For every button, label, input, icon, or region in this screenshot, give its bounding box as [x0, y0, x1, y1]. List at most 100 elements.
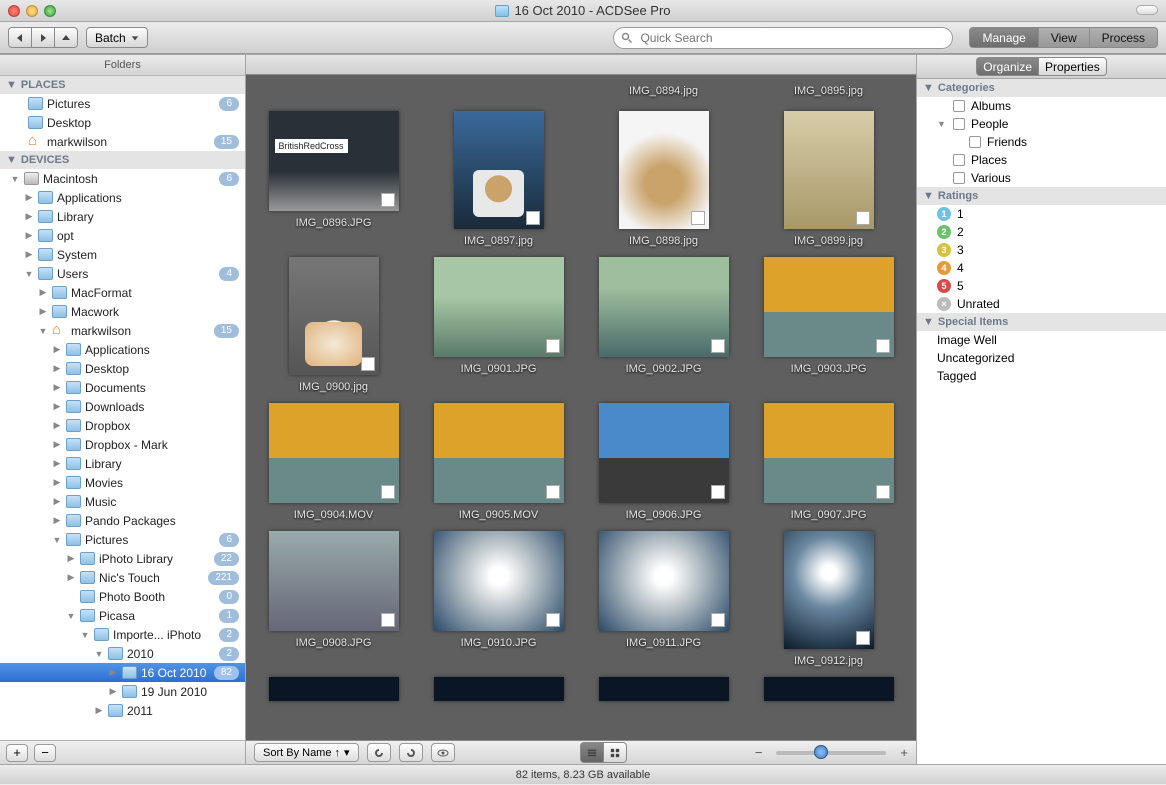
batch-menu-button[interactable]: Batch	[86, 27, 148, 48]
tag-checkbox[interactable]	[381, 613, 395, 627]
filter-bar[interactable]	[246, 55, 916, 75]
tree-item[interactable]: ▶ iPhoto Library 22	[0, 549, 245, 568]
disclosure-triangle[interactable]: ▶	[52, 401, 62, 412]
thumbnail-cell[interactable]	[586, 671, 741, 705]
thumbnail-cell[interactable]: IMG_0901.JPG	[421, 251, 576, 397]
tree-item[interactable]: ▼ Picasa 1	[0, 606, 245, 625]
thumbnail-image[interactable]	[269, 403, 399, 503]
tree-item[interactable]: ▶ Applications	[0, 188, 245, 207]
disclosure-triangle[interactable]: ▶	[94, 705, 104, 716]
tree-item[interactable]: ▼ Users 4	[0, 264, 245, 283]
disclosure-triangle[interactable]: ▶	[24, 192, 34, 203]
remove-folder-button[interactable]: −	[34, 744, 56, 762]
category-item[interactable]: Friends	[917, 133, 1166, 151]
search-input[interactable]	[613, 27, 953, 49]
disclosure-triangle[interactable]: ▶	[52, 477, 62, 488]
special-item[interactable]: Tagged	[917, 367, 1166, 385]
thumbnail-image[interactable]	[784, 111, 874, 229]
thumbnail-image[interactable]	[289, 257, 379, 375]
thumbnail-cell[interactable]: IMG_0905.MOV	[421, 397, 576, 525]
thumbnail-cell[interactable]: IMG_0907.JPG	[751, 397, 906, 525]
tree-item[interactable]: ▶ Desktop	[0, 359, 245, 378]
tab-organize[interactable]: Organize	[976, 57, 1039, 76]
tree-item[interactable]: ▶ Nic's Touch 221	[0, 568, 245, 587]
add-folder-button[interactable]: +	[6, 744, 28, 762]
disclosure-triangle[interactable]: ▶	[52, 439, 62, 450]
rotate-left-button[interactable]	[367, 743, 391, 762]
thumbnail-cell[interactable]: IMG_0911.JPG	[586, 525, 741, 671]
tree-item[interactable]: ▼ markwilson 15	[0, 321, 245, 340]
tag-checkbox[interactable]	[361, 357, 375, 371]
folder-tree[interactable]: ▼PLACES Pictures 6 Desktop markwilson 15…	[0, 76, 245, 740]
category-item[interactable]: ▼People	[917, 115, 1166, 133]
tag-checkbox[interactable]	[546, 485, 560, 499]
rating-item[interactable]: 44	[917, 259, 1166, 277]
disclosure-triangle[interactable]: ▶	[52, 458, 62, 469]
tree-item[interactable]: ▶ Downloads	[0, 397, 245, 416]
disclosure-triangle[interactable]: ▶	[66, 553, 76, 564]
thumbnail-image[interactable]	[619, 111, 709, 229]
rating-item[interactable]: 11	[917, 205, 1166, 223]
rating-item[interactable]: 22	[917, 223, 1166, 241]
thumbnail-cell[interactable]: IMG_0898.jpg	[586, 105, 741, 251]
thumbnail-image[interactable]	[434, 257, 564, 357]
thumbnail-grid[interactable]: IMG_0894.jpg IMG_0895.jpg IMG_0896.JPG IM…	[246, 75, 916, 740]
tag-checkbox[interactable]	[876, 339, 890, 353]
devices-header[interactable]: ▼DEVICES	[0, 151, 245, 169]
thumbnail-image[interactable]	[434, 677, 564, 701]
thumbnail-cell[interactable]: IMG_0904.MOV	[256, 397, 411, 525]
thumbnail-image[interactable]	[269, 531, 399, 631]
thumbnail-cell[interactable]	[751, 671, 906, 705]
disclosure-triangle[interactable]: ▶	[24, 211, 34, 222]
disclosure-triangle[interactable]: ▼	[24, 269, 34, 279]
tree-item[interactable]: ▶ Macwork	[0, 302, 245, 321]
thumbnail-cell[interactable]: IMG_0896.JPG	[256, 105, 411, 251]
tree-item[interactable]: markwilson 15	[0, 132, 245, 151]
category-checkbox[interactable]	[953, 172, 965, 184]
disclosure-triangle[interactable]: ▶	[108, 667, 118, 678]
tree-item[interactable]: ▼ Importe... iPhoto 2	[0, 625, 245, 644]
thumbnail-cell[interactable]: IMG_0903.JPG	[751, 251, 906, 397]
tree-item[interactable]: ▶ Applications	[0, 340, 245, 359]
category-item[interactable]: Albums	[917, 97, 1166, 115]
thumbnail-image[interactable]	[784, 531, 874, 649]
thumbnail-cell[interactable]	[256, 671, 411, 705]
disclosure-triangle[interactable]: ▶	[24, 230, 34, 241]
thumbnail-image[interactable]	[764, 677, 894, 701]
tag-checkbox[interactable]	[856, 631, 870, 645]
tree-item[interactable]: ▶ Library	[0, 454, 245, 473]
category-item[interactable]: Places	[917, 151, 1166, 169]
disclosure-triangle[interactable]: ▶	[24, 249, 34, 260]
thumbnail-image[interactable]	[764, 257, 894, 357]
thumbnail-cell[interactable]: IMG_0900.jpg	[256, 251, 411, 397]
disclosure-triangle[interactable]: ▼	[80, 630, 90, 640]
thumbnail-cell[interactable]	[421, 671, 576, 705]
places-header[interactable]: ▼PLACES	[0, 76, 245, 94]
sort-menu[interactable]: Sort By Name ↑ ▾	[254, 743, 359, 762]
thumbnail-cell[interactable]: IMG_0899.jpg	[751, 105, 906, 251]
category-checkbox[interactable]	[953, 118, 965, 130]
tree-item[interactable]: ▶ 2011	[0, 701, 245, 720]
preview-button[interactable]	[431, 743, 455, 762]
disclosure-triangle[interactable]: ▼	[10, 174, 20, 184]
tree-item[interactable]: Desktop	[0, 113, 245, 132]
thumbnail-cell[interactable]: IMG_0895.jpg	[751, 79, 906, 105]
tab-manage[interactable]: Manage	[969, 27, 1038, 48]
tree-item[interactable]: ▼ Pictures 6	[0, 530, 245, 549]
thumbnail-image[interactable]	[269, 111, 399, 211]
special-items-header[interactable]: ▼Special Items	[917, 313, 1166, 331]
tree-item[interactable]: ▼ Macintosh 6	[0, 169, 245, 188]
special-item[interactable]: Uncategorized	[917, 349, 1166, 367]
tree-item[interactable]: ▶ 19 Jun 2010	[0, 682, 245, 701]
categories-header[interactable]: ▼Categories	[917, 79, 1166, 97]
disclosure-triangle[interactable]: ▶	[52, 363, 62, 374]
disclosure-triangle[interactable]: ▶	[52, 496, 62, 507]
disclosure-triangle[interactable]: ▼	[38, 326, 48, 336]
tree-item[interactable]: Pictures 6	[0, 94, 245, 113]
tree-item[interactable]: ▶ Music	[0, 492, 245, 511]
rating-item[interactable]: 55	[917, 277, 1166, 295]
tag-checkbox[interactable]	[381, 193, 395, 207]
thumbnail-cell[interactable]	[421, 79, 576, 97]
zoom-out-icon[interactable]: −	[755, 745, 763, 760]
thumbnail-cell[interactable]: IMG_0894.jpg	[586, 79, 741, 105]
